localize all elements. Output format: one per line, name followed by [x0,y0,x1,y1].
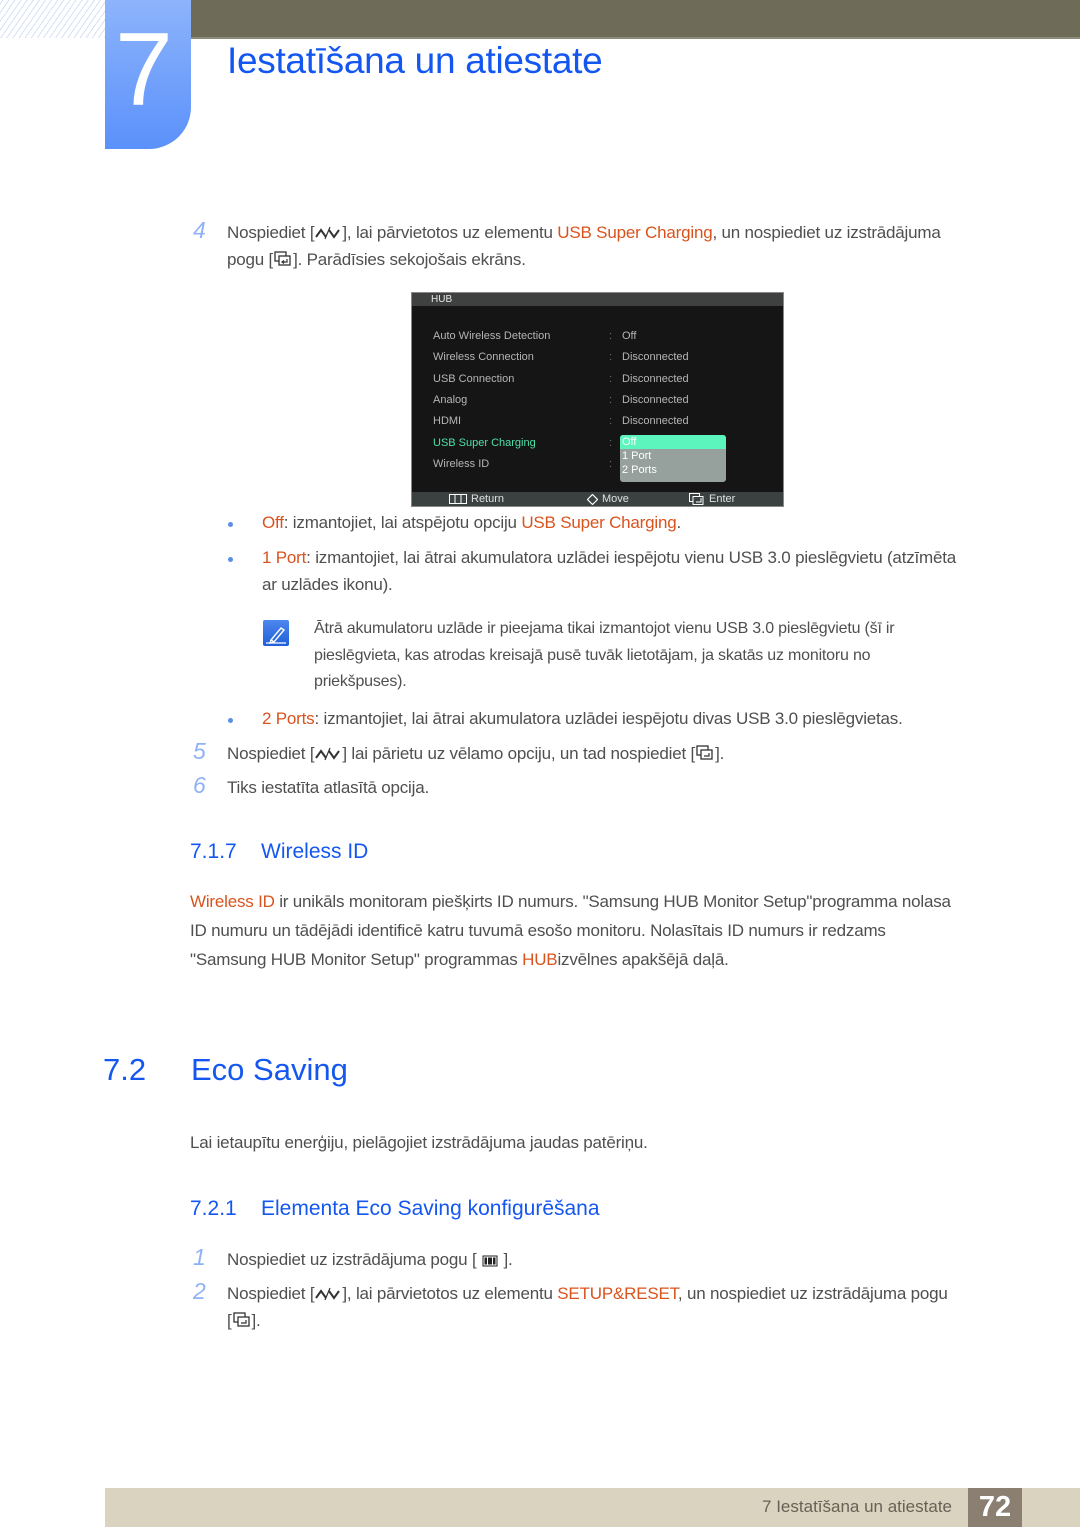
highlight-usb-super-charging: USB Super Charging [557,223,713,242]
step-6: Tiks iestatīta atlasītā opcija. [227,778,429,797]
enter-source-icon [696,742,714,769]
step-4-line-1: Nospiediet [], lai pārvietotos uz elemen… [227,219,941,248]
osd-dropdown[interactable]: Off 1 Port 2 Ports [620,435,726,482]
footer-band: 7 Iestatīšana un atiestate [105,1488,1080,1527]
chapter-number-tab: 7 [105,0,191,149]
header-band [190,0,1080,39]
osd-title: HUB [412,293,783,306]
osd-option[interactable]: 1 Port [620,449,726,463]
step-4-line-2: pogu []. Parādīsies sekojošais ekrāns. [227,246,526,275]
section-7-2-1-number: 7.2.1 [190,1197,237,1220]
osd-return[interactable]: Return [449,492,504,506]
step-number: 5 [193,738,206,764]
eco-saving-intro: Lai ietaupītu enerģiju, pielāgojiet izst… [190,1133,648,1152]
section-7-2-1-title: Elementa Eco Saving konfigurēšana [261,1197,600,1220]
osd-move[interactable]: Move [587,492,629,506]
osd-footer: Return Move Enter [412,492,783,506]
osd-enter[interactable]: Enter [689,492,735,506]
bullet-2-ports: 2 Ports: izmantojiet, lai ātrai akumulat… [262,709,903,728]
section-7-1-7-title: Wireless ID [261,840,369,863]
up-down-arrow-icon [315,221,341,248]
bullet-dot [228,718,233,723]
wireless-id-para-line-2: ID numuru un tādējādi identificē katru t… [190,921,886,940]
up-down-arrow-icon [315,742,341,769]
bullet-dot [228,522,233,527]
menu-icon [449,494,467,504]
bullet-off: Off: izmantojiet, lai atspējotu opciju U… [262,513,681,532]
chapter-title: Iestatīšana un atiestate [227,40,603,81]
wireless-id-para-line-3: "Samsung HUB Monitor Setup" programmas H… [190,950,729,969]
bullet-1-port-line-2: ar uzlādes ikonu). [262,575,393,594]
step-5: Nospiediet [] lai pārietu uz vēlamo opci… [227,740,724,769]
section-7-1-7-number: 7.1.7 [190,840,237,863]
footer-chapter-label: 7 Iestatīšana un atiestate [762,1497,952,1516]
enter-source-icon [274,248,292,275]
eco-step-1: Nospiediet uz izstrādājuma pogu [ ]. [227,1246,513,1275]
enter-icon [689,493,704,505]
chapter-number: 7 [115,12,173,128]
menu-icon [482,1248,498,1275]
bullet-1-port: 1 Port: izmantojiet, lai ātrai akumulato… [262,548,957,567]
move-diamond-icon [587,493,598,505]
note-pencil-icon [263,620,289,646]
page-number: 72 [968,1488,1022,1527]
osd-option[interactable]: 2 Ports [620,463,726,477]
enter-source-icon [232,1309,251,1336]
hub-osd-menu: HUB Auto Wireless Detection: Off Wireless… [411,292,784,507]
note-line-1: Ātrā akumulatoru uzlāde ir pieejama tika… [314,620,895,637]
bullet-dot [228,557,233,562]
section-7-2-title: Eco Saving [191,1052,348,1087]
eco-step-2-line-2: []. [227,1307,261,1336]
osd-option-selected[interactable]: Off [620,435,726,449]
header-hatch-pattern [0,0,105,38]
note-line-2: pieslēgvieta, kas atrodas kreisajā pusē … [314,647,871,664]
section-7-2-number: 7.2 [103,1052,147,1087]
eco-step-2-line-1: Nospiediet [], lai pārvietotos uz elemen… [227,1280,948,1309]
wireless-id-para-line-1: Wireless ID ir unikāls monitoram piešķir… [190,892,951,911]
up-down-arrow-icon [315,1282,341,1309]
note-line-3: priekšpuses). [314,673,407,690]
step-number: 2 [193,1278,206,1304]
step-number: 6 [193,772,206,798]
step-number: 4 [193,217,206,243]
step-number: 1 [193,1244,206,1270]
